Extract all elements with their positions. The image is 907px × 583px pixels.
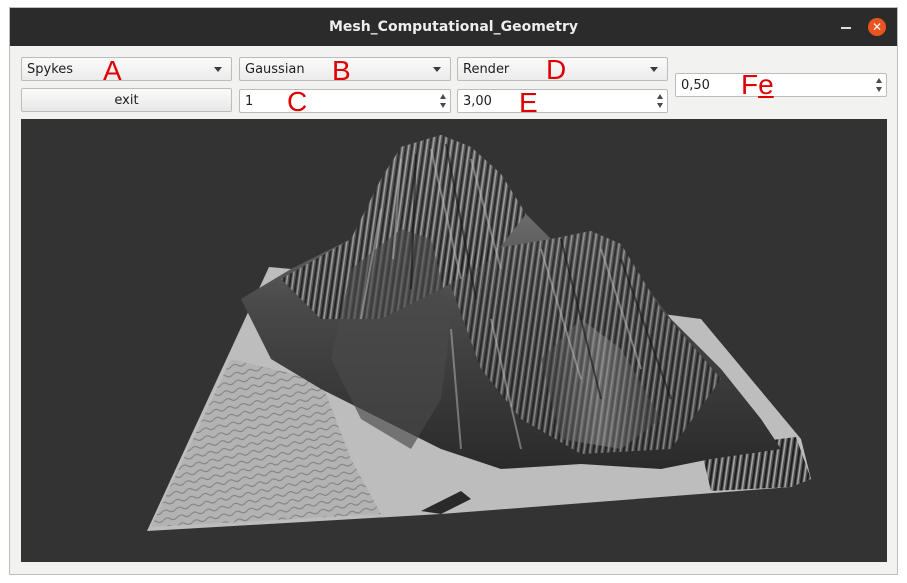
mode-combobox-a[interactable]: Spykes [21,57,232,81]
chevron-down-icon [214,67,222,72]
annotation-d: D [546,54,567,85]
minimize-button[interactable] [835,8,857,46]
spinbox-f[interactable]: 0,50 [675,73,887,97]
chevron-down-icon [650,67,658,72]
minimize-icon [841,27,851,29]
spin-arrows[interactable] [437,90,450,112]
annotation-e: E [519,87,538,118]
spin-up-icon[interactable] [657,94,663,99]
combo-d-value: Render [463,61,510,77]
spin-up-icon[interactable] [440,94,446,99]
spin-arrows[interactable] [873,74,886,96]
exit-button[interactable]: exit [21,88,232,112]
annotation-a: A [103,55,122,86]
app-window: Mesh_Computational_Geometry ✕ Spykes Gau… [9,7,898,575]
annotation-c: C [287,86,308,117]
annotation-b: B [332,55,351,86]
spinbox-f-value: 0,50 [681,77,710,93]
window-title: Mesh_Computational_Geometry [328,19,579,35]
spin-down-icon[interactable] [440,103,446,108]
spin-down-icon[interactable] [876,87,882,92]
spin-down-icon[interactable] [657,103,663,108]
render-viewport[interactable] [21,119,887,562]
close-button[interactable]: ✕ [866,8,888,46]
title-bar[interactable]: Mesh_Computational_Geometry ✕ [10,8,897,46]
spinbox-e-value: 3,00 [463,93,492,109]
annotation-f: Fe [741,71,774,99]
chevron-down-icon [433,67,441,72]
annotation-f-sub: e [758,69,774,100]
terrain-mesh-render [147,135,811,531]
spin-arrows[interactable] [654,90,667,112]
spinbox-c-value: 1 [245,93,254,109]
combo-a-value: Spykes [27,61,74,77]
exit-button-label: exit [114,92,139,108]
spin-up-icon[interactable] [876,78,882,83]
spinbox-e[interactable]: 3,00 [457,89,668,113]
close-icon: ✕ [868,18,886,36]
combo-b-value: Gaussian [245,61,305,77]
spinbox-c[interactable]: 1 [239,89,451,113]
annotation-f-main: F [741,69,759,100]
